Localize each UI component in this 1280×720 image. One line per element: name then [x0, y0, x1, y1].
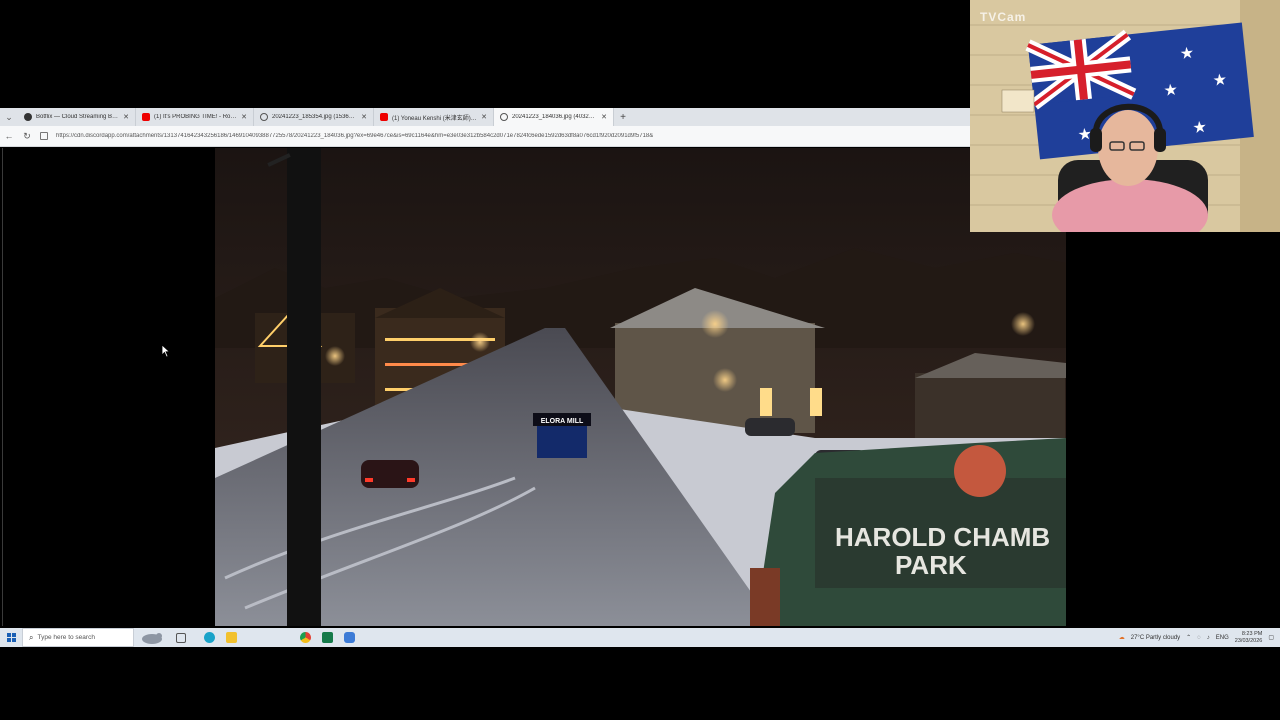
windows-start-icon[interactable]: [0, 628, 22, 647]
taskbar-spacer: [242, 628, 294, 647]
image-viewer-background: [2, 148, 216, 626]
chevron-up-icon[interactable]: ⌃: [1186, 634, 1191, 641]
tab-probing-time[interactable]: (1) It's PROBING TIME! - Roadsid ✕: [136, 108, 254, 126]
network-icon[interactable]: ◌: [1197, 635, 1201, 641]
weather-text[interactable]: 27°C Partly cloudy: [1131, 635, 1180, 641]
terminal-app-icon[interactable]: [316, 628, 338, 647]
tab-botflix[interactable]: Botflix — Cloud Streaming Bot fo ✕: [18, 108, 136, 126]
webcam-overlay: ★ ★ ★ ★ ★ TVCam: [970, 0, 1280, 232]
github-icon: [24, 113, 32, 121]
clock-time: 8:23 PM: [1241, 630, 1263, 637]
file-explorer-icon[interactable]: [220, 628, 242, 647]
volume-icon[interactable]: ♪: [1207, 635, 1210, 641]
info-icon[interactable]: [40, 132, 48, 140]
url-field[interactable]: https://cdn.discordapp.com/attachments/1…: [56, 133, 653, 139]
globe-icon: [260, 113, 268, 121]
svg-text:★: ★: [1192, 117, 1208, 137]
refresh-icon[interactable]: ↻: [18, 131, 36, 142]
park-sign-line2: PARK: [895, 550, 967, 580]
close-icon[interactable]: ✕: [601, 113, 607, 121]
search-placeholder: Type here to search: [37, 634, 95, 641]
close-icon[interactable]: ✕: [123, 113, 129, 121]
tab-label: (1) Yoneau Kenshi (米津玄師) - Le: [392, 115, 478, 122]
chrome-icon[interactable]: [294, 628, 316, 647]
new-tab-button[interactable]: +: [614, 108, 632, 126]
taskbar-search-box[interactable]: ⌕ Type here to search: [22, 628, 134, 647]
obs-app-icon[interactable]: [338, 628, 360, 647]
notification-icon[interactable]: ▢: [1268, 634, 1274, 641]
globe-icon: [500, 113, 508, 121]
task-view-icon[interactable]: [170, 628, 192, 647]
svg-text:★: ★: [1163, 80, 1179, 100]
tab-yoneau-kenshi[interactable]: (1) Yoneau Kenshi (米津玄師) - Le ✕: [374, 108, 494, 126]
webcam-label: TVCam: [980, 10, 1027, 24]
tab-image-184036[interactable]: 20241223_184036.jpg (4032×2268) ✕: [494, 108, 614, 126]
tab-bar: ⌄ Botflix — Cloud Streaming Bot fo ✕ (1)…: [0, 108, 970, 126]
address-bar: ← ↻ https://cdn.discordapp.com/attachmen…: [0, 126, 970, 147]
close-icon[interactable]: ✕: [361, 113, 367, 121]
mouse-cursor-icon: [161, 344, 171, 358]
tab-label: (1) It's PROBING TIME! - Roadsid: [154, 114, 238, 120]
system-tray: ☁ 27°C Partly cloudy ⌃ ◌ ♪ ENG 8:23 PM 2…: [1119, 631, 1280, 645]
edge-browser-icon[interactable]: [198, 628, 220, 647]
tab-label: 20241223_184036.jpg (4032×2268): [512, 114, 597, 120]
clock[interactable]: 8:23 PM 23/03/2026: [1235, 631, 1263, 645]
svg-text:★: ★: [1179, 43, 1195, 63]
weather-icon: ☁: [1118, 635, 1125, 641]
close-icon[interactable]: ✕: [241, 113, 247, 121]
back-arrow-icon[interactable]: ←: [0, 131, 18, 141]
tab-search-icon[interactable]: ⌄: [0, 108, 18, 126]
language-indicator[interactable]: ENG: [1216, 635, 1229, 641]
hippo-widget-icon[interactable]: [134, 628, 170, 647]
clock-date: 23/03/2026: [1234, 637, 1263, 644]
youtube-icon: [142, 113, 150, 121]
tab-label: Botflix — Cloud Streaming Bot fo: [36, 114, 120, 120]
youtube-icon: [380, 113, 388, 121]
night-street-photo: ELORA MILL HAROLD CHAMB PARK: [215, 148, 1066, 626]
taskbar: ⌕ Type here to search ☁ 27°C Partly clou…: [0, 628, 1280, 647]
park-sign-line1: HAROLD CHAMB: [835, 522, 1050, 552]
close-icon[interactable]: ✕: [481, 113, 487, 121]
tab-image-185354[interactable]: 20241223_185354.jpg (1536×864) ✕: [254, 108, 374, 126]
tab-label: 20241223_185354.jpg (1536×864): [272, 114, 358, 120]
svg-text:★: ★: [1212, 69, 1228, 89]
search-icon: ⌕: [29, 632, 34, 642]
store-sign-text: ELORA MILL: [541, 418, 584, 425]
